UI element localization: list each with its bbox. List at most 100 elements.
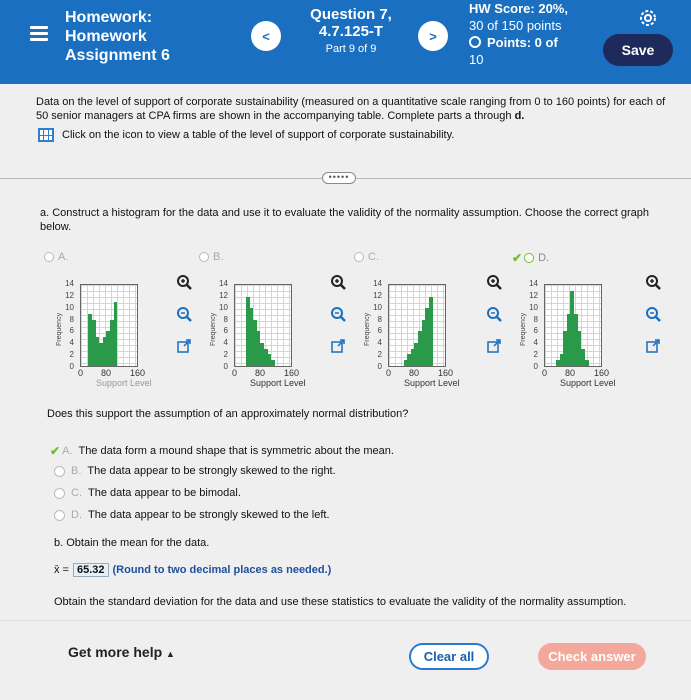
histogram-bar: [113, 302, 118, 366]
checkmark-icon: ✔: [512, 251, 523, 265]
choice-c[interactable]: C. The data appear to be bimodal.: [54, 487, 241, 499]
option-a[interactable]: A.: [44, 251, 68, 263]
choice-b[interactable]: B. The data appear to be strongly skewed…: [54, 465, 336, 477]
x-axis-label: Support Level: [250, 378, 306, 388]
option-label: A.: [58, 251, 69, 263]
x-tick-label: 0: [542, 368, 548, 378]
option-c[interactable]: C.: [354, 251, 379, 263]
plot-area: [234, 284, 292, 367]
next-question-button[interactable]: >: [418, 21, 448, 51]
y-tick-label: 8: [223, 314, 228, 324]
y-tick-label: 14: [529, 279, 538, 288]
option-d[interactable]: ✔ D.: [512, 251, 549, 265]
clear-all-button[interactable]: Clear all: [409, 643, 489, 670]
choice-text: The data appear to be bimodal.: [88, 487, 241, 499]
y-tick-label: 6: [377, 326, 382, 336]
question-title: Question 7,: [310, 6, 392, 23]
expand-icon[interactable]: [330, 338, 346, 354]
y-tick-label: 12: [373, 290, 382, 300]
y-axis-label: Frequency: [56, 312, 63, 346]
y-tick-label: 2: [533, 350, 538, 360]
homework-title-line: Homework:: [65, 9, 153, 26]
expand-icon[interactable]: [176, 338, 192, 354]
choice-text: The data appear to be strongly skewed to…: [87, 465, 336, 477]
y-tick-label: 10: [65, 302, 74, 312]
radio-button[interactable]: [54, 509, 65, 521]
x-tick-label: 80: [255, 368, 266, 378]
histogram-b: 14 12 10 8 6 4 2 0 Frequency: [210, 279, 292, 371]
plot-area: [388, 284, 446, 367]
radio-button[interactable]: [54, 465, 65, 477]
help-label: Get more help: [68, 644, 163, 660]
y-tick-label: 10: [373, 302, 382, 312]
radio-button[interactable]: [44, 252, 54, 262]
homework-title-line: Homework: [65, 28, 147, 45]
choice-d[interactable]: D. The data appear to be strongly skewed…: [54, 509, 330, 521]
zoom-out-icon[interactable]: [486, 306, 502, 322]
x-tick-label: 160: [130, 368, 146, 378]
expand-icon[interactable]: [486, 338, 502, 354]
expand-dots-button[interactable]: •••••: [322, 172, 356, 184]
choice-letter: A.: [62, 445, 73, 457]
y-tick-label: 2: [377, 350, 382, 360]
intro-bold: d.: [514, 110, 525, 122]
radio-button[interactable]: [199, 252, 209, 262]
circle-icon: [469, 36, 481, 48]
zoom-in-icon[interactable]: [486, 274, 502, 290]
check-answer-button[interactable]: Check answer: [538, 643, 646, 670]
zoom-in-icon[interactable]: [176, 274, 192, 290]
previous-question-button[interactable]: <: [251, 21, 281, 51]
option-label: D.: [538, 252, 550, 264]
homework-title-line: Assignment 6: [65, 47, 170, 64]
table-icon[interactable]: [38, 128, 54, 142]
sd-prompt: Obtain the standard deviation for the da…: [54, 596, 627, 608]
zoom-out-icon[interactable]: [645, 306, 661, 322]
choice-text: The data appear to be strongly skewed to…: [88, 509, 330, 521]
table-link-text: Click on the icon to view a table of the…: [62, 129, 455, 141]
choice-letter: D.: [71, 509, 82, 521]
get-more-help-button[interactable]: Get more help ▲: [68, 644, 175, 660]
menu-icon[interactable]: [30, 26, 48, 42]
histogram-a: 14 12 10 8 6 4 2 0 Frequency: [56, 279, 138, 371]
data-table-link[interactable]: Click on the icon to view a table of the…: [38, 128, 454, 142]
normality-question: Does this support the assumption of an a…: [47, 408, 409, 420]
question-part: Part 9 of 9: [325, 43, 377, 55]
homework-title: Homework: Homework Assignment 6: [65, 8, 170, 65]
y-tick-label: 12: [529, 290, 538, 300]
option-label: B.: [213, 251, 224, 263]
y-axis-label: Frequency: [520, 312, 527, 346]
y-tick-label: 4: [533, 338, 538, 348]
histogram-bar: [271, 360, 275, 366]
question-info: Question 7, 4.7.125-T Part 9 of 9: [295, 6, 407, 55]
x-tick-label: 0: [232, 368, 238, 378]
choice-letter: C.: [71, 487, 82, 499]
caret-up-icon: ▲: [166, 649, 175, 659]
y-tick-label: 2: [69, 350, 74, 360]
y-tick-label: 14: [65, 279, 74, 288]
points-line: Points: 0 of: [469, 34, 589, 51]
zoom-in-icon[interactable]: [645, 274, 661, 290]
x-tick-label: 0: [78, 368, 84, 378]
zoom-in-icon[interactable]: [330, 274, 346, 290]
radio-button[interactable]: [354, 252, 364, 262]
histogram-bar: [428, 296, 433, 366]
gear-icon[interactable]: [638, 8, 658, 28]
x-tick-label: 80: [101, 368, 112, 378]
choice-a[interactable]: ✔ A. The data form a mound shape that is…: [50, 444, 394, 458]
zoom-out-icon[interactable]: [176, 306, 192, 322]
radio-button[interactable]: [54, 487, 65, 499]
zoom-out-icon[interactable]: [330, 306, 346, 322]
mean-input[interactable]: 65.32: [72, 563, 109, 577]
x-axis-label: Support Level: [560, 378, 616, 388]
x-tick-label: 80: [409, 368, 420, 378]
x-tick-label: 160: [284, 368, 300, 378]
expand-icon[interactable]: [645, 338, 661, 354]
points-total: 10: [469, 52, 484, 67]
radio-button[interactable]: [524, 253, 535, 263]
option-b[interactable]: B.: [199, 251, 223, 263]
y-tick-label: 0: [377, 362, 382, 371]
mean-answer-line: x̄ = 65.32 (Round to two decimal places …: [54, 563, 331, 577]
y-tick-label: 8: [69, 314, 74, 324]
top-bar: Homework: Homework Assignment 6 < Questi…: [0, 0, 691, 84]
save-button[interactable]: Save: [603, 34, 673, 66]
